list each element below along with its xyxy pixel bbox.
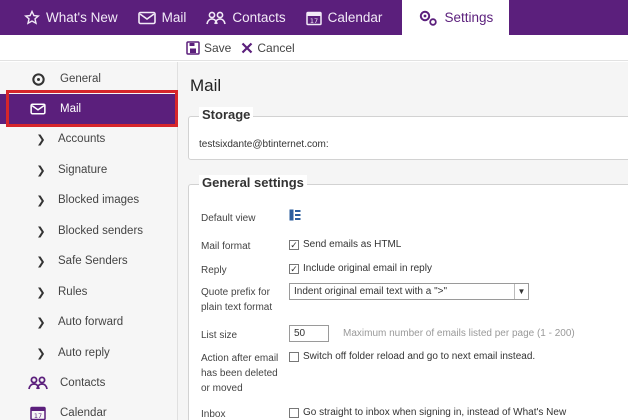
settings-gears-icon	[418, 9, 438, 27]
general-settings-section: General settings Default view Mail forma…	[188, 175, 628, 420]
page-title: Mail	[190, 76, 222, 95]
top-navigation: What's New Mail Contacts 17 Calendar Set…	[0, 0, 628, 35]
nav-tab-label: What's New	[46, 10, 118, 25]
sidebar-item-label: Calendar	[60, 407, 107, 419]
inbox-label: Inbox	[201, 409, 226, 420]
send-html-checkbox[interactable]: ✓	[289, 239, 299, 250]
sidebar-item-label: Safe Senders	[58, 255, 128, 267]
reading-pane-icon	[289, 209, 301, 221]
quote-prefix-row: Indent original email text with a ">" ▼	[289, 283, 529, 300]
chevron-right-icon: ❯	[36, 225, 46, 238]
mail-settings-panel: Mail Storage testsixdante@btinternet.com…	[178, 62, 628, 420]
default-view-selector[interactable]	[289, 209, 301, 221]
cancel-label: Cancel	[257, 40, 295, 55]
calendar-icon: 17	[28, 405, 48, 420]
reply-row: ✓ Include original email in reply	[289, 263, 432, 274]
nav-tab-label: Settings	[444, 10, 494, 25]
sidebar-item-rules[interactable]: ❯ Rules	[0, 277, 178, 307]
after-delete-row: Switch off folder reload and go to next …	[289, 351, 535, 362]
general-settings-legend: General settings	[199, 175, 307, 190]
chevron-right-icon: ❯	[36, 133, 46, 146]
save-icon	[186, 40, 200, 55]
switch-off-reload-checkbox[interactable]	[289, 351, 299, 362]
gear-icon	[28, 72, 48, 87]
list-size-label: List size	[201, 330, 238, 341]
save-label: Save	[204, 40, 232, 55]
sidebar-item-label: Auto forward	[58, 316, 124, 328]
nav-tab-calendar[interactable]: 17 Calendar	[296, 0, 393, 35]
storage-account: testsixdante@btinternet.com:	[199, 139, 329, 150]
sidebar-item-contacts[interactable]: Contacts	[0, 368, 178, 398]
nav-tab-whats-new[interactable]: What's New	[0, 0, 128, 35]
chevron-right-icon: ❯	[36, 194, 46, 207]
quote-prefix-select[interactable]: Indent original email text with a ">" ▼	[289, 283, 529, 300]
sidebar-item-label: Signature	[58, 164, 108, 176]
list-size-input[interactable]: 50	[289, 325, 329, 342]
include-original-checkbox[interactable]: ✓	[289, 263, 299, 274]
sidebar-item-label: Blocked images	[58, 194, 140, 206]
sidebar-item-label: Mail	[60, 103, 82, 115]
contacts-icon	[206, 11, 227, 25]
sidebar-item-auto-forward[interactable]: ❯ Auto forward	[0, 307, 178, 337]
star-icon	[24, 9, 40, 26]
storage-legend: Storage	[199, 107, 254, 122]
sidebar-item-blocked-images[interactable]: ❯ Blocked images	[0, 185, 178, 215]
svg-text:17: 17	[310, 17, 318, 25]
go-to-inbox-label: Go straight to inbox when signing in, in…	[303, 407, 567, 418]
chevron-right-icon: ❯	[36, 255, 46, 268]
go-to-inbox-checkbox[interactable]	[289, 407, 299, 418]
envelope-icon	[137, 11, 156, 25]
quote-prefix-value: Indent original email text with a ">"	[294, 286, 448, 297]
sidebar-item-signature[interactable]: ❯ Signature	[0, 155, 178, 185]
sidebar-item-label: Accounts	[58, 133, 106, 145]
cancel-button[interactable]: Cancel	[241, 40, 295, 55]
nav-tab-label: Calendar	[327, 10, 383, 25]
nav-tab-label: Mail	[161, 10, 187, 25]
nav-tab-mail[interactable]: Mail	[128, 0, 197, 35]
close-icon	[241, 42, 253, 54]
list-size-row: 50 Maximum number of emails listed per p…	[289, 325, 575, 342]
settings-toolbar: Save Cancel	[0, 35, 628, 61]
calendar-icon: 17	[305, 10, 322, 26]
sidebar-item-label: Contacts	[60, 377, 106, 389]
sidebar-item-auto-reply[interactable]: ❯ Auto reply	[0, 338, 178, 368]
sidebar-item-general[interactable]: General	[0, 64, 178, 94]
mail-format-row: ✓ Send emails as HTML	[289, 239, 401, 250]
sidebar-item-label: General	[60, 73, 101, 85]
quote-prefix-label: Quote prefix for plain text format	[201, 287, 273, 313]
after-delete-label: Action after email has been deleted or m…	[201, 353, 279, 394]
sidebar-item-label: Rules	[58, 286, 88, 298]
chevron-right-icon: ❯	[36, 316, 46, 329]
storage-section: Storage testsixdante@btinternet.com:	[188, 107, 628, 160]
chevron-right-icon: ❯	[36, 347, 46, 360]
sidebar-item-blocked-senders[interactable]: ❯ Blocked senders	[0, 216, 178, 246]
mail-format-label: Mail format	[201, 241, 251, 252]
inbox-row: Go straight to inbox when signing in, in…	[289, 407, 566, 418]
send-html-label: Send emails as HTML	[303, 239, 402, 250]
sidebar-item-accounts[interactable]: ❯ Accounts	[0, 124, 178, 154]
settings-sidebar: General Mail ❯ Accounts ❯ Signature ❯ Bl…	[0, 62, 178, 420]
svg-text:17: 17	[34, 412, 42, 420]
chevron-right-icon: ❯	[36, 164, 46, 177]
chevron-right-icon: ❯	[36, 286, 46, 299]
sidebar-item-label: Blocked senders	[58, 225, 144, 237]
reply-label: Reply	[201, 265, 227, 276]
nav-tab-settings[interactable]: Settings	[402, 0, 510, 35]
sidebar-item-safe-senders[interactable]: ❯ Safe Senders	[0, 246, 178, 276]
list-size-hint: Maximum number of emails listed per page…	[343, 328, 575, 339]
chevron-down-icon: ▼	[514, 284, 528, 299]
sidebar-item-mail[interactable]: Mail	[0, 94, 178, 124]
nav-tab-contacts[interactable]: Contacts	[196, 0, 295, 35]
include-original-label: Include original email in reply	[303, 263, 432, 274]
save-button[interactable]: Save	[186, 41, 231, 55]
contacts-icon	[28, 376, 48, 390]
sidebar-item-calendar[interactable]: 17 Calendar	[0, 398, 178, 420]
nav-tab-label: Contacts	[232, 10, 286, 25]
switch-off-reload-label: Switch off folder reload and go to next …	[303, 351, 536, 362]
sidebar-item-label: Auto reply	[58, 347, 110, 359]
default-view-label: Default view	[201, 213, 256, 224]
envelope-icon	[28, 103, 48, 115]
